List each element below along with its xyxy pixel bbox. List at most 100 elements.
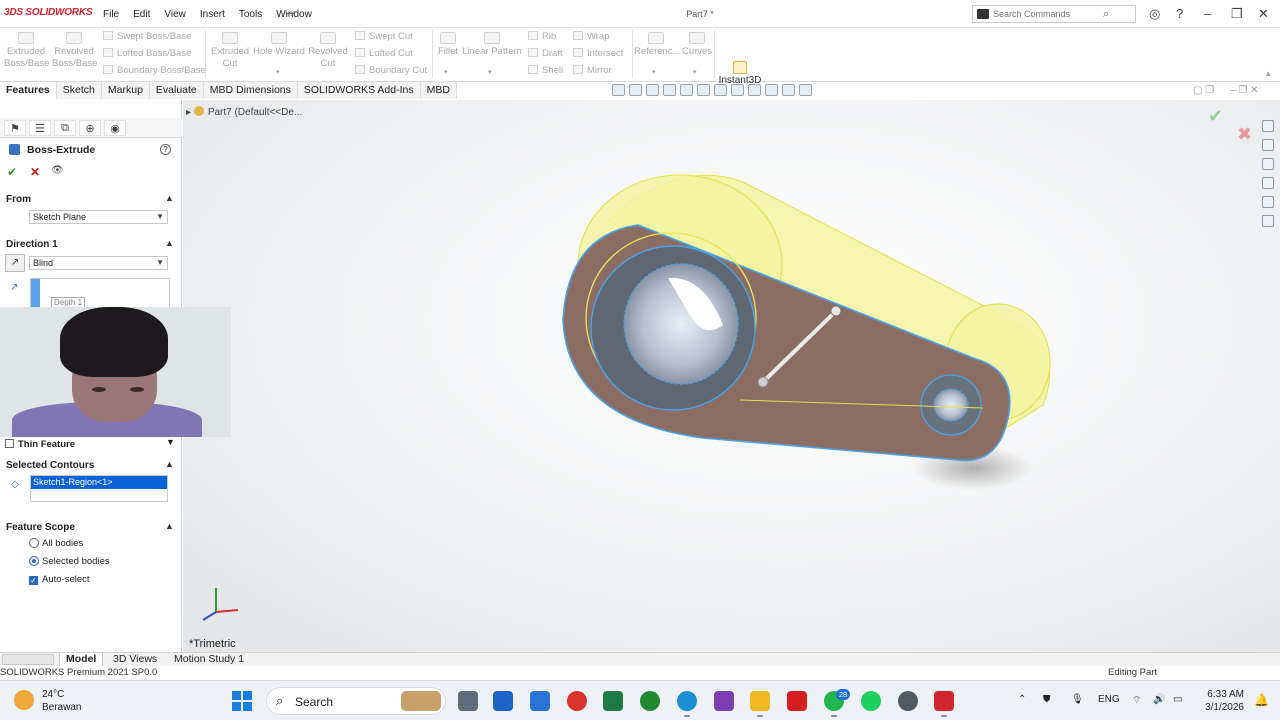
search-commands[interactable]: ⌕ — [972, 5, 1136, 23]
property-manager-tab-icon[interactable]: ☰ — [29, 120, 51, 136]
arrow-tip-handle[interactable] — [830, 305, 842, 317]
collapse-ribbon-icon[interactable]: ▴ — [1266, 68, 1271, 79]
reference-geometry-button[interactable]: Referenc... — [634, 32, 680, 58]
checkbox-checked[interactable]: ✓ — [29, 576, 38, 585]
tab-model[interactable]: Model — [59, 653, 104, 666]
previous-view-icon[interactable] — [646, 84, 659, 96]
spotify-icon[interactable] — [861, 691, 881, 711]
depth-field[interactable]: Depth 1 — [30, 278, 170, 308]
extruded-boss-button[interactable]: Extruded Boss/Base — [4, 32, 49, 70]
home-icon[interactable] — [1262, 120, 1274, 132]
netflix-icon[interactable] — [787, 691, 807, 711]
tab-evaluate[interactable]: Evaluate — [150, 82, 204, 99]
extruded-cut-button[interactable]: Extruded Cut — [208, 32, 252, 70]
collapse-icon[interactable]: ▲ — [165, 238, 174, 248]
close-icon[interactable]: ✕ — [1258, 6, 1269, 22]
search-input[interactable] — [993, 9, 1103, 19]
zoom-area-icon[interactable] — [629, 84, 642, 96]
resources-icon[interactable] — [1262, 139, 1274, 151]
checkbox[interactable] — [5, 439, 14, 448]
swept-cut-button[interactable]: Swept Cut — [355, 31, 413, 42]
appearances-icon[interactable] — [1262, 196, 1274, 208]
file-explorer-icon[interactable] — [1262, 177, 1274, 189]
wifi-icon[interactable]: ⌔ — [1132, 694, 1141, 707]
feature-tree-flyout[interactable]: ▸ Part7 (Default<<De... — [186, 106, 302, 118]
viewport-window-controls-icon[interactable]: – ❐ ✕ — [1230, 85, 1258, 96]
draft-button[interactable]: Draft — [528, 48, 563, 59]
dynamic-annotation-icon[interactable] — [680, 84, 693, 96]
expand-icon[interactable]: ▼ — [166, 437, 175, 447]
security-icon[interactable]: ⛊ — [1043, 694, 1051, 705]
chevron-down-icon[interactable]: ▾ — [488, 68, 492, 76]
tab-3d-views[interactable]: 3D Views — [107, 653, 163, 666]
boundary-cut-button[interactable]: Boundary Cut — [355, 65, 427, 76]
file-explorer-icon[interactable] — [750, 691, 770, 717]
collapse-icon[interactable]: ▲ — [165, 193, 174, 203]
configuration-manager-tab-icon[interactable]: ⧉ — [54, 120, 76, 136]
minimize-icon[interactable]: – — [1204, 6, 1211, 21]
word-icon[interactable] — [493, 691, 513, 711]
swept-boss-button[interactable]: Swept Boss/Base — [103, 31, 191, 42]
mirror-button[interactable]: Mirror — [573, 65, 612, 76]
chevron-down-icon[interactable]: ▾ — [276, 68, 280, 76]
pin-icon[interactable]: ⇥ — [286, 7, 295, 20]
contour-item[interactable]: Sketch1-Region<1> — [31, 476, 167, 489]
chevron-down-icon[interactable]: ▾ — [444, 68, 448, 76]
pdf-reader-icon[interactable] — [567, 691, 587, 711]
rib-button[interactable]: Rib — [528, 31, 556, 42]
help-icon[interactable]: ? — [1176, 6, 1183, 21]
design-library-icon[interactable] — [1262, 158, 1274, 170]
collapse-icon[interactable]: ▲ — [165, 521, 174, 531]
cancel-button[interactable]: ✕ — [30, 165, 40, 179]
task-view-icon[interactable] — [458, 691, 478, 711]
reverse-direction-button[interactable]: ↗ — [5, 254, 25, 272]
chevron-down-icon[interactable]: ▾ — [693, 68, 697, 76]
restore-icon[interactable]: ❐ — [1231, 6, 1243, 22]
preview-eye-icon[interactable]: 👁 — [51, 165, 64, 176]
search-icon[interactable]: ⌕ — [1103, 8, 1109, 21]
microphone-icon[interactable]: 🎙 — [1071, 694, 1084, 705]
tab-motion-study[interactable]: Motion Study 1 — [168, 653, 250, 666]
menu-edit[interactable]: Edit — [126, 9, 157, 20]
language-indicator[interactable]: ENG — [1098, 694, 1120, 705]
excel-icon[interactable] — [603, 691, 623, 711]
calendar-icon[interactable] — [530, 691, 550, 711]
revolved-cut-button[interactable]: Revolved Cut — [306, 32, 350, 70]
help-icon[interactable]: ? — [160, 144, 171, 155]
hole-wizard-button[interactable]: Hole Wizard — [252, 32, 306, 58]
battery-icon[interactable]: ▭ — [1173, 694, 1182, 705]
model-view[interactable] — [183, 100, 1280, 652]
scene-icon[interactable] — [765, 84, 778, 96]
viewport-tile-icon[interactable]: ▢ ❐ — [1193, 85, 1214, 96]
dimxpert-manager-tab-icon[interactable]: ⊕ — [79, 120, 101, 136]
intersect-button[interactable]: Intersect — [573, 48, 623, 59]
volume-icon[interactable]: 🔊 — [1153, 694, 1165, 705]
tab-features[interactable]: Features — [0, 82, 57, 99]
display-style-icon[interactable] — [714, 84, 727, 96]
expand-arrow-icon[interactable]: ▸ — [186, 107, 194, 118]
display-manager-tab-icon[interactable]: ◉ — [104, 120, 126, 136]
linear-pattern-button[interactable]: Linear Pattern — [462, 32, 522, 58]
taskbar-search[interactable]: ⌕ Search — [266, 687, 446, 715]
confirm-ok-icon[interactable]: ✔ — [1208, 106, 1223, 127]
display-icon[interactable] — [799, 84, 812, 96]
tab-scroll-arrows[interactable] — [2, 654, 54, 665]
fillet-button[interactable]: Fillet — [435, 32, 461, 58]
lofted-cut-button[interactable]: Lofted Cut — [355, 48, 413, 59]
notifications-icon[interactable]: 🔔 — [1254, 693, 1269, 707]
show-hidden-icons[interactable]: ⌃ — [1018, 694, 1026, 705]
edit-appearance-icon[interactable] — [748, 84, 761, 96]
solidworks-logo[interactable]: 3DS SOLIDWORKS — [4, 7, 93, 18]
boundary-boss-button[interactable]: Boundary Boss/Base — [103, 65, 206, 76]
radio[interactable] — [29, 538, 39, 548]
end-condition-select[interactable]: Blind ▼ — [29, 256, 168, 270]
solidworks-taskbar-icon[interactable] — [934, 691, 954, 717]
tab-mbd[interactable]: MBD — [421, 82, 457, 99]
clipchamp-icon[interactable] — [714, 691, 734, 711]
revolved-boss-button[interactable]: Revolved Boss/Base — [52, 32, 97, 70]
search-scope-icon[interactable] — [977, 9, 989, 19]
clock[interactable]: 6:33 AM 3/1/2026 — [1196, 688, 1244, 714]
auto-select-checkbox[interactable]: ✓ Auto-select — [29, 574, 90, 585]
menu-view[interactable]: View — [157, 9, 193, 20]
from-select[interactable]: Sketch Plane ▼ — [29, 210, 168, 224]
